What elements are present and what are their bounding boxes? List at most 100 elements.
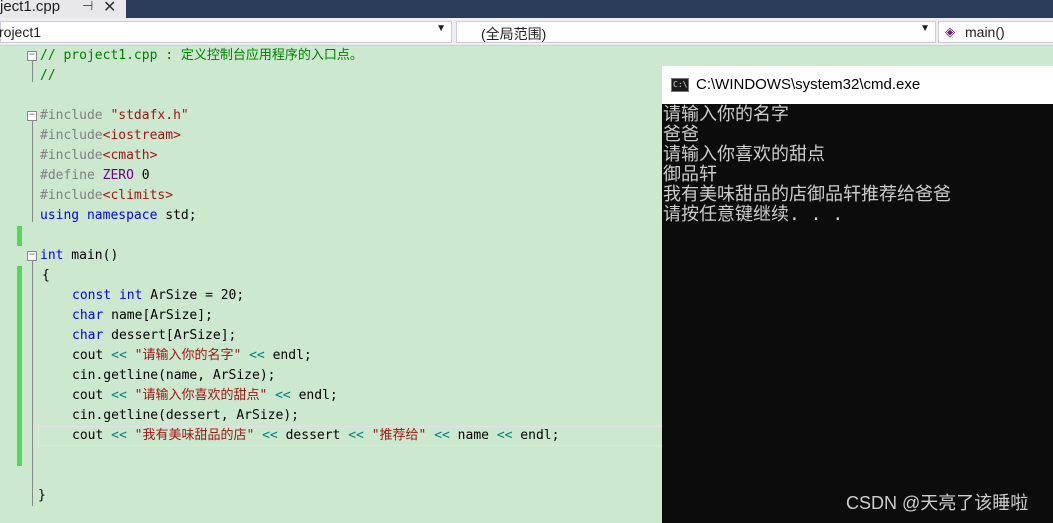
collapse-toggle-icon[interactable]: − [27, 51, 37, 61]
macro-name: ZERO [102, 168, 134, 183]
code-line-13: const int ArSize = 20; [72, 286, 244, 306]
include-path: "stdafx.h" [110, 108, 189, 123]
code-line-19: cin.getline(dessert, ArSize); [72, 406, 299, 426]
chevron-down-icon: ▼ [436, 23, 446, 34]
stream-operator: << [275, 388, 291, 403]
tab-title: ject1.cpp [0, 0, 61, 15]
console-window[interactable]: C:\ C:\WINDOWS\system32\cmd.exe 请输入你的名字 … [662, 66, 1053, 523]
code-text: cout [72, 348, 112, 363]
code-text: ArSize = 20; [142, 288, 245, 303]
outline-guide [32, 260, 33, 506]
outline-guide [32, 60, 33, 82]
pin-icon[interactable]: ⊣ [82, 0, 93, 14]
cmd-icon: C:\ [671, 78, 689, 92]
code-text: } [38, 488, 46, 503]
close-icon[interactable]: ✕ [103, 0, 116, 16]
collapse-toggle-icon[interactable]: − [27, 251, 37, 261]
preprocessor-directive: #include [40, 148, 103, 163]
code-text: main() [63, 248, 119, 263]
stream-operator: << [111, 348, 127, 363]
keyword: char [72, 308, 104, 323]
function-dropdown[interactable]: ◈ main() [938, 21, 1053, 43]
code-line-20: cout << "我有美味甜品的店" << dessert << "推荐给" <… [72, 426, 559, 446]
keyword: using [40, 208, 80, 223]
console-output-line: 爸爸 [663, 124, 699, 145]
code-line-2: // [40, 66, 56, 86]
stream-operator: << [111, 428, 127, 443]
code-text: dessert[ArSize]; [103, 328, 237, 343]
console-output-line: 请输入你的名字 [663, 104, 789, 125]
stream-operator: << [348, 428, 364, 443]
console-title: C:\WINDOWS\system32\cmd.exe [696, 76, 921, 93]
code-comment: // [40, 68, 56, 83]
code-text: cin.getline(name, ArSize); [72, 368, 276, 383]
code-line-5: #include<iostream> [40, 126, 181, 146]
code-line-18: cout << "请输入你喜欢的甜点" << endl; [72, 386, 338, 406]
project-dropdown[interactable]: roject1 ▼ [0, 21, 452, 43]
function-cube-icon: ◈ [945, 24, 955, 39]
string-literal: "我有美味甜品的店" [134, 428, 255, 443]
console-output-line: 御品轩 [663, 164, 717, 185]
preprocessor-directive: #define [40, 168, 103, 183]
code-text: endl; [264, 348, 312, 363]
stream-operator: << [111, 388, 127, 403]
stream-operator: << [434, 428, 450, 443]
tab-project1-cpp[interactable]: ject1.cpp ⊣ ✕ [0, 0, 126, 18]
code-line-14: char name[ArSize]; [72, 306, 213, 326]
include-path: <cmath> [102, 148, 158, 163]
preprocessor-directive: #include [40, 188, 103, 203]
stream-operator: << [249, 348, 265, 363]
code-line-16: cout << "请输入你的名字" << endl; [72, 346, 312, 366]
include-path: <iostream> [102, 128, 181, 143]
keyword: char [72, 328, 104, 343]
keyword: int [40, 248, 64, 263]
code-line-1: // project1.cpp : 定义控制台应用程序的入口点。 [40, 46, 363, 66]
change-bar [17, 266, 22, 466]
collapse-toggle-icon[interactable]: − [27, 111, 37, 121]
code-comment: // project1.cpp : 定义控制台应用程序的入口点。 [40, 48, 363, 63]
document-tab-bar: ject1.cpp ⊣ ✕ [0, 0, 1053, 18]
navigation-bar: roject1 ▼ (全局范围) ▼ ◈ main() [0, 18, 1053, 46]
code-line-23: } [38, 486, 46, 506]
keyword: const [72, 288, 112, 303]
keyword: int [118, 288, 143, 303]
console-output-line: 请输入你喜欢的甜点 [663, 144, 825, 165]
stream-operator: << [496, 428, 513, 443]
string-literal: "请输入你的名字" [134, 348, 242, 363]
code-text: cout [72, 428, 112, 443]
code-line-11: int main() [40, 246, 118, 266]
code-text: dessert [277, 428, 349, 443]
code-text: cin.getline(dessert, ArSize); [72, 408, 299, 423]
code-line-17: cin.getline(name, ArSize); [72, 366, 276, 386]
code-line-8: #include<climits> [40, 186, 173, 206]
string-literal: "推荐给" [371, 428, 427, 443]
stream-operator: << [262, 428, 278, 443]
console-output-line: 我有美味甜品的店御品轩推荐给爸爸 [663, 184, 951, 205]
console-output-line: 请按任意键继续. . . [663, 204, 844, 225]
scope-dropdown-value: (全局范围) [481, 26, 547, 42]
chevron-down-icon: ▼ [920, 23, 930, 34]
code-line-7: #define ZERO 0 [40, 166, 150, 186]
scope-dropdown[interactable]: (全局范围) ▼ [456, 21, 936, 43]
code-text: endl; [512, 428, 560, 443]
code-text: { [42, 268, 50, 283]
code-text: name[ArSize]; [103, 308, 213, 323]
code-text: name [449, 428, 497, 443]
code-line-12: { [42, 266, 50, 286]
code-text: cout [72, 388, 112, 403]
keyword: namespace [86, 208, 158, 223]
preprocessor-directive: #include [40, 108, 111, 123]
code-line-4: #include "stdafx.h" [40, 106, 189, 126]
code-line-9: using namespace std; [40, 206, 197, 226]
console-title-bar[interactable]: C:\ C:\WINDOWS\system32\cmd.exe [662, 66, 1053, 104]
macro-value: 0 [133, 168, 150, 183]
outline-guide [32, 120, 33, 222]
code-text: endl; [290, 388, 338, 403]
